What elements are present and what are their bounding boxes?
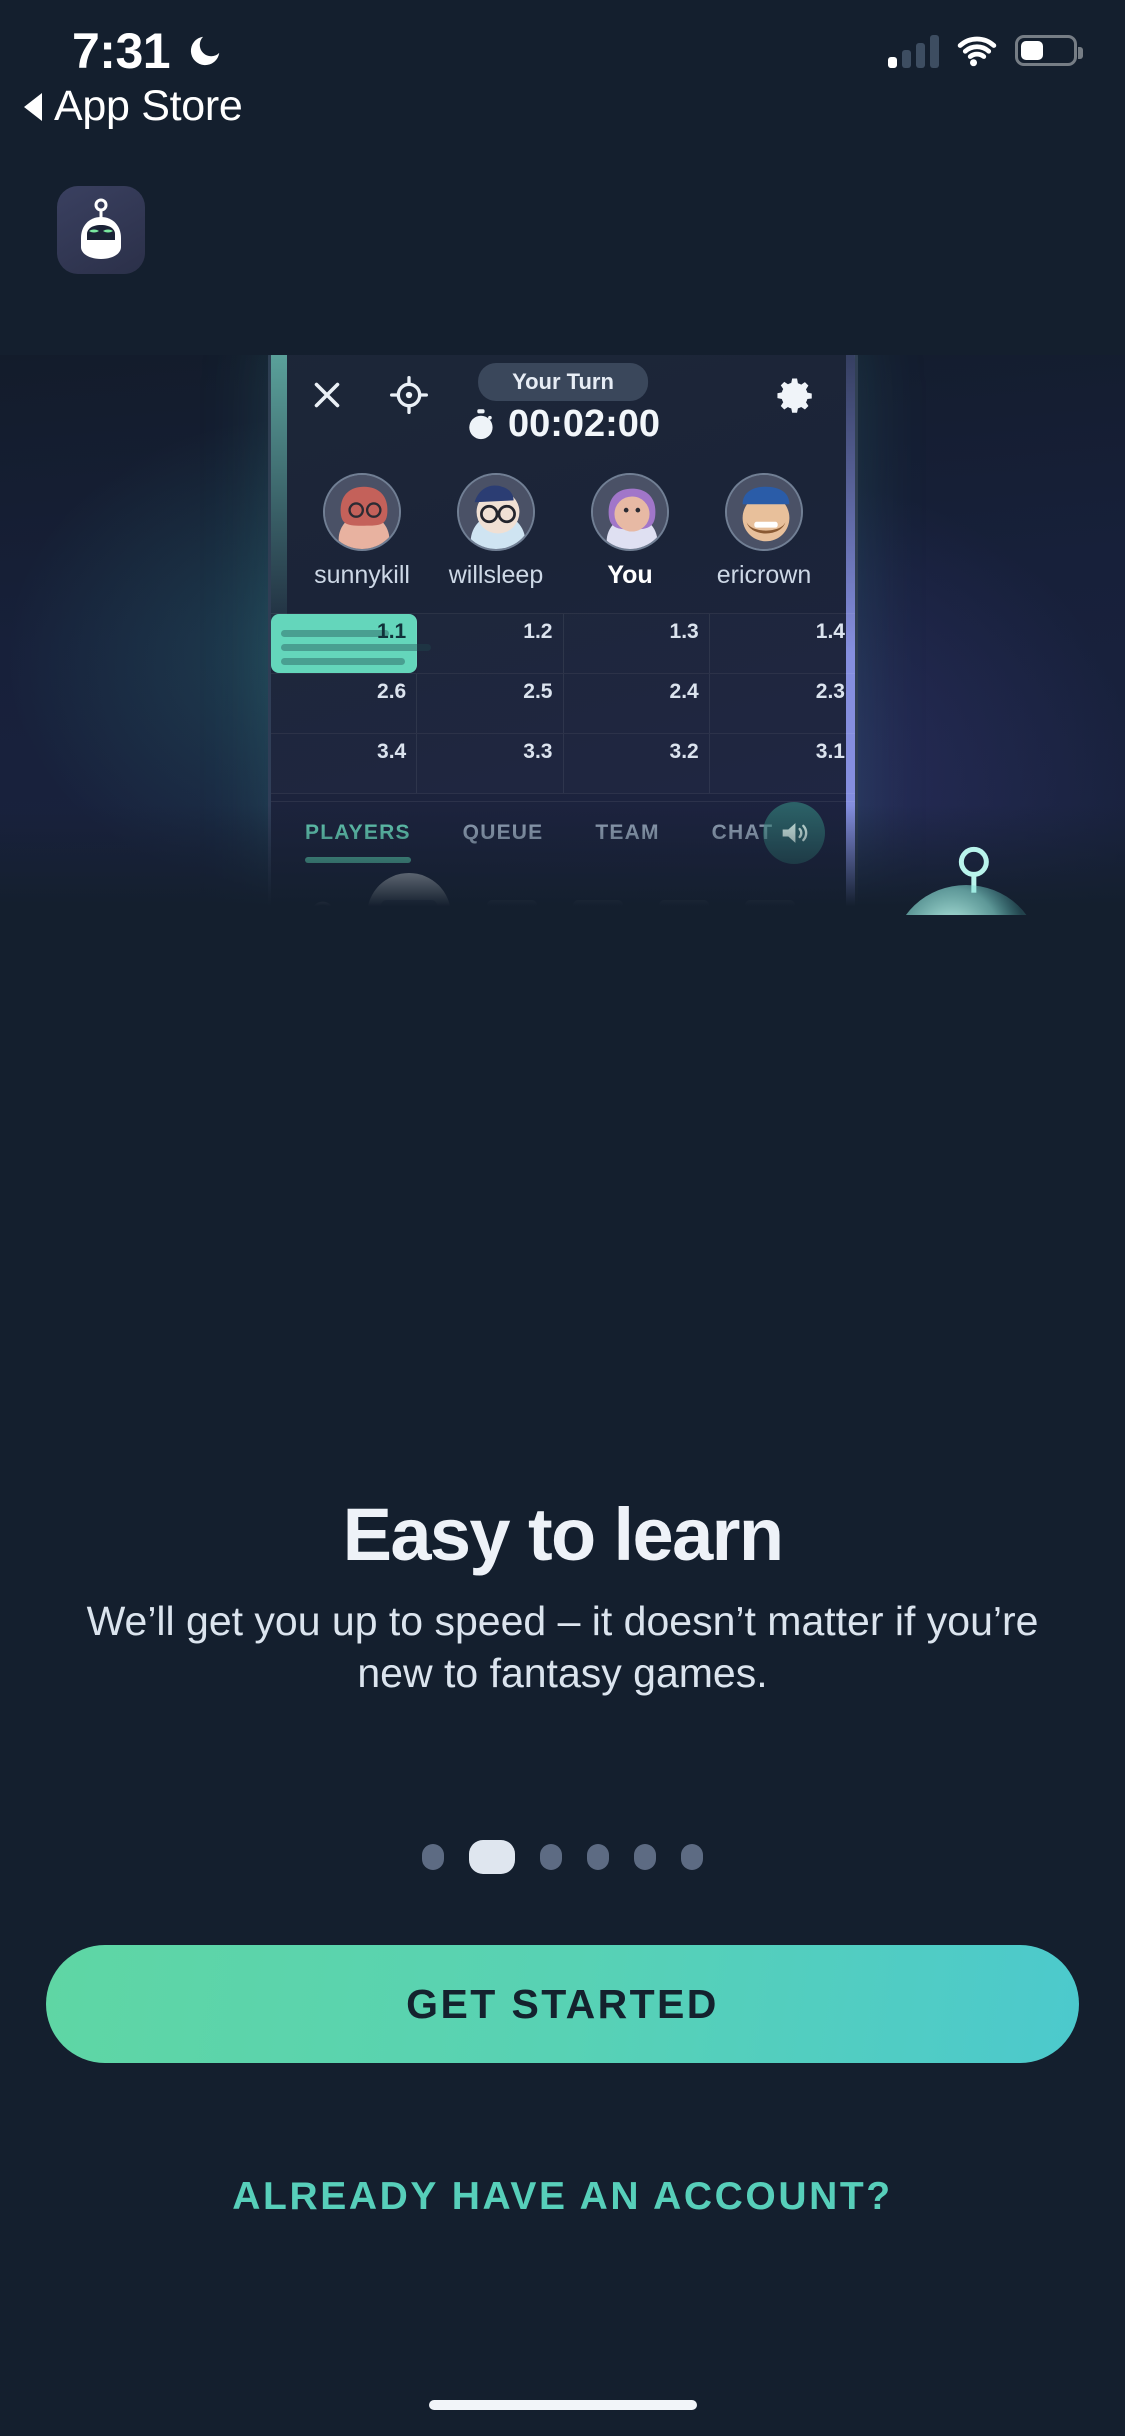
draft-board-row: 2.6 2.5 2.4 2.3 xyxy=(271,674,855,734)
pagination-dots xyxy=(0,1840,1125,1874)
pagination-dot[interactable] xyxy=(540,1844,562,1870)
pick-number: 1.3 xyxy=(669,620,699,643)
back-label: App Store xyxy=(54,82,243,130)
gear-icon[interactable] xyxy=(775,375,817,417)
page-subtitle: We’ll get you up to speed – it doesn’t m… xyxy=(86,1598,1039,1697)
draft-board-cell[interactable]: 3.4 xyxy=(271,734,418,793)
pick-number: 3.4 xyxy=(377,740,407,763)
pick-number: 1.1 xyxy=(377,620,407,643)
page-title: Easy to learn xyxy=(342,1493,784,1576)
participant-name: willsleep xyxy=(448,561,544,589)
pagination-dot[interactable] xyxy=(634,1844,656,1870)
pagination-dot-active[interactable] xyxy=(469,1840,515,1874)
draft-board-row: 3.4 3.3 3.2 3.1 xyxy=(271,734,855,794)
participant-you[interactable]: You xyxy=(570,473,690,590)
draft-board-cell[interactable]: 3.1 xyxy=(710,734,855,793)
pick-number: 2.6 xyxy=(377,680,407,703)
wifi-icon xyxy=(957,36,997,67)
participant[interactable]: willsleep xyxy=(436,473,556,590)
stopwatch-icon xyxy=(469,408,493,439)
draft-board-cell[interactable]: 1.4 xyxy=(710,614,855,673)
participant[interactable]: ericrown xyxy=(704,473,824,590)
pick-number: 2.3 xyxy=(815,680,845,703)
draft-board-cell[interactable]: 2.6 xyxy=(271,674,418,733)
avatar xyxy=(591,473,669,551)
back-to-app-store-link[interactable]: App Store xyxy=(24,82,243,131)
status-bar: 7:31 App Store xyxy=(0,0,1125,180)
pick-number: 2.5 xyxy=(523,680,553,703)
robot-helmet-app-icon[interactable] xyxy=(57,186,145,274)
draft-board-cell[interactable]: 3.2 xyxy=(564,734,710,793)
pick-number: 2.4 xyxy=(669,680,699,703)
robot-helmet-glyph xyxy=(81,198,121,259)
status-bar-time: 7:31 xyxy=(72,23,171,79)
pagination-dot[interactable] xyxy=(422,1844,444,1870)
already-have-account-link[interactable]: ALREADY HAVE AN ACCOUNT? xyxy=(0,2175,1125,2219)
avatar xyxy=(323,473,401,551)
participant-name: sunnykill xyxy=(314,561,410,589)
pick-number: 1.4 xyxy=(815,620,845,643)
draft-timer: 00:02:00 xyxy=(466,403,660,446)
draft-timer-value: 00:02:00 xyxy=(507,403,661,445)
draft-board-cell[interactable]: 2.4 xyxy=(564,674,710,733)
avatar xyxy=(457,473,535,551)
home-indicator[interactable] xyxy=(428,2400,697,2410)
draft-board-cell[interactable]: 2.3 xyxy=(710,674,855,733)
get-started-button[interactable]: GET STARTED xyxy=(46,1945,1079,2063)
status-bar-indicators xyxy=(888,28,1083,68)
pagination-dot[interactable] xyxy=(587,1844,609,1870)
participant-name: You xyxy=(607,561,653,589)
close-x-icon[interactable] xyxy=(309,377,345,413)
pick-number: 3.2 xyxy=(669,740,699,763)
moon-icon xyxy=(190,36,220,66)
battery-icon xyxy=(1015,35,1083,66)
cellular-signal-icon xyxy=(888,34,939,68)
target-crosshair-icon[interactable] xyxy=(389,375,429,415)
pagination-dot[interactable] xyxy=(681,1844,703,1870)
pick-number: 3.3 xyxy=(523,740,553,763)
draft-board-cell[interactable]: 1.1 xyxy=(271,614,431,673)
pick-number: 1.2 xyxy=(523,620,553,643)
your-turn-badge: Your Turn xyxy=(478,363,648,401)
draft-board-cell[interactable]: 3.3 xyxy=(417,734,564,793)
draft-board-cell[interactable]: 1.3 xyxy=(564,614,710,673)
participants-row: sunnykill willsleep You ericrown xyxy=(271,473,855,590)
avatar xyxy=(725,473,803,551)
draft-header: Your Turn 00:02:00 xyxy=(271,363,855,445)
ghost-robot-mascot xyxy=(905,846,1027,915)
draft-board-cell[interactable]: 1.2 xyxy=(417,614,564,673)
participant[interactable]: sunnykill xyxy=(302,473,422,590)
draft-board: 1.1 1.2 1.3 1.4 2.6 2.5 2.4 2.3 3.4 3.3 … xyxy=(271,613,855,794)
back-triangle-icon xyxy=(24,92,42,121)
draft-board-row: 1.1 1.2 1.3 1.4 xyxy=(271,614,855,674)
draft-board-cell[interactable]: 2.5 xyxy=(417,674,564,733)
hero-illustration: Your Turn 00:02:00 sunnykill willsleep Y… xyxy=(0,355,1125,915)
pick-number: 3.1 xyxy=(815,740,845,763)
participant-name: ericrown xyxy=(716,561,812,589)
